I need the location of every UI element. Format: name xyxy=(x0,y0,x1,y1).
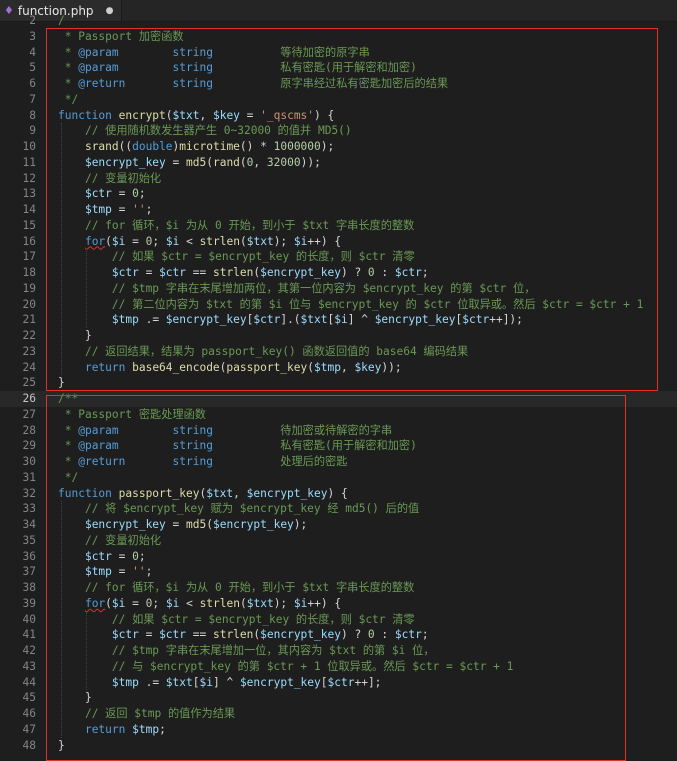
line-number: 7 xyxy=(29,92,36,106)
line-number: 35 xyxy=(22,533,36,547)
line-number: 5 xyxy=(29,61,36,75)
line-number: 47 xyxy=(22,722,36,736)
line-number: 13 xyxy=(22,187,36,201)
line-number: 17 xyxy=(22,250,36,264)
line-number: 22 xyxy=(22,329,36,342)
line-number: 32 xyxy=(22,486,36,500)
line-number: 18 xyxy=(22,266,36,279)
line-number: 29 xyxy=(22,439,36,453)
line-number: 11 xyxy=(22,155,36,169)
line-number: 42 xyxy=(22,644,36,657)
line-number: 28 xyxy=(22,423,36,437)
line-number: 45 xyxy=(22,691,36,705)
line-number: 3 xyxy=(29,29,36,43)
line-number: 31 xyxy=(22,470,36,484)
highlight-box-passport-key xyxy=(46,395,626,761)
line-number: 34 xyxy=(22,518,36,531)
line-number: 26 xyxy=(22,392,36,405)
line-number: 6 xyxy=(29,77,36,90)
line-number: 24 xyxy=(22,360,36,374)
line-number: 23 xyxy=(22,344,36,358)
code-text: / xyxy=(58,13,65,29)
line-number: 21 xyxy=(22,313,36,327)
line-number: 41 xyxy=(22,628,36,642)
line-number: 20 xyxy=(22,297,36,311)
line-number: 33 xyxy=(22,502,36,516)
line-number: 25 xyxy=(22,376,36,390)
line-number: 36 xyxy=(22,549,36,563)
line-number: 9 xyxy=(29,124,36,138)
line-number: 43 xyxy=(22,659,36,673)
line-number: 8 xyxy=(29,108,36,122)
line-number: 12 xyxy=(22,171,36,185)
line-number: 38 xyxy=(22,581,36,594)
line-number: 48 xyxy=(22,738,36,752)
line-number: 10 xyxy=(22,140,36,153)
line-number: 46 xyxy=(22,707,36,720)
line-number: 14 xyxy=(22,203,36,216)
line-number: 19 xyxy=(22,281,36,295)
line-number: 16 xyxy=(22,234,36,248)
line-number: 4 xyxy=(29,45,36,59)
line-number: 15 xyxy=(22,218,36,232)
line-number: 27 xyxy=(22,407,36,421)
line-number: 37 xyxy=(22,565,36,579)
line-number: 44 xyxy=(22,675,36,689)
line-number: 40 xyxy=(22,612,36,626)
line-number: 39 xyxy=(22,596,36,610)
code-line[interactable]: 2/ xyxy=(0,13,677,29)
line-number: 30 xyxy=(22,455,36,468)
line-number: 2 xyxy=(29,14,36,27)
code-token: / xyxy=(58,14,65,27)
highlight-box-encrypt xyxy=(46,28,658,391)
